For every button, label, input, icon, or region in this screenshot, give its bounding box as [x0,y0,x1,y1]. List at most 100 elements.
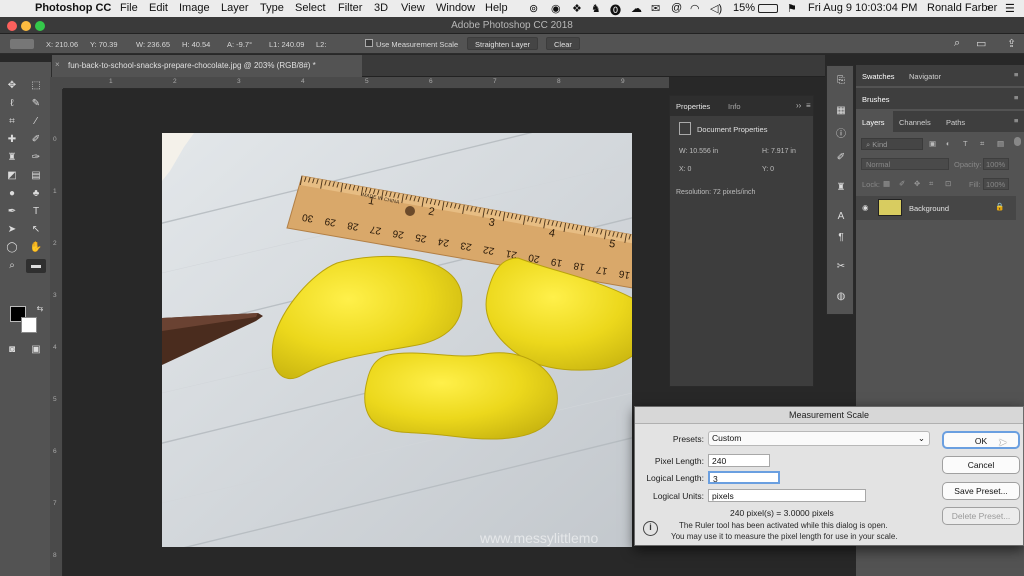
filter-toggle[interactable] [1014,137,1021,146]
properties-panel-icon[interactable]: ▦ [834,105,848,119]
filter-pixel-icon[interactable]: ▣ [929,139,936,148]
marquee-tool-icon[interactable]: ⬚ [29,79,43,93]
panel-menu-icon[interactable]: ≡ [1014,70,1018,79]
zoom-tool-icon[interactable]: ⌕ [5,259,19,273]
menu-filter[interactable]: Filter [338,2,362,14]
at-icon[interactable]: @ [671,2,682,14]
brush-tool-icon[interactable]: ✐ [29,133,43,147]
search-icon[interactable]: ⌕ [954,37,960,50]
delete-preset-button[interactable]: Delete Preset... [942,507,1020,525]
wifi-icon[interactable]: ◠ [690,2,700,15]
volume-icon[interactable]: ◁) [710,2,722,15]
ruler-tool-icon[interactable]: ▬ [26,259,46,273]
quick-select-tool-icon[interactable]: ✎ [29,97,43,111]
panel-menu-icon[interactable]: ≡ [1014,93,1018,102]
move-tool-icon[interactable]: ✥ [5,79,19,93]
menu-3d[interactable]: 3D [374,2,388,14]
opacity-input[interactable]: 100% [983,158,1009,170]
lasso-tool-icon[interactable]: ℓ [5,97,19,111]
tab-properties[interactable]: Properties [676,102,710,111]
ruler-origin[interactable] [50,77,63,89]
menu-file[interactable]: File [120,2,138,14]
history-panel-icon[interactable]: ⎘ [834,75,848,89]
clear-button[interactable]: Clear [546,37,580,50]
menu-edit[interactable]: Edit [149,2,168,14]
straighten-layer-button[interactable]: Straighten Layer [467,37,539,50]
flag-icon[interactable]: ⚑ [787,2,797,15]
filter-type-icon[interactable]: T [963,139,968,148]
dodge-tool-icon[interactable]: ♣ [29,187,43,201]
blend-mode-select[interactable]: Normal [861,158,949,170]
path-select-tool-icon[interactable]: ➤ [5,223,19,237]
filter-shape-icon[interactable]: ⌗ [980,139,984,149]
3d-panel-icon[interactable]: ◍ [834,291,848,305]
info-panel-icon[interactable]: ⓘ [834,125,848,140]
cancel-button[interactable]: Cancel [942,456,1020,474]
quick-mask-icon[interactable]: ◙ [5,343,19,357]
menu-type[interactable]: Type [260,2,284,14]
direct-select-tool-icon[interactable]: ↖ [29,223,43,237]
background-color-swatch[interactable] [21,317,37,333]
tab-swatches[interactable]: Swatches [862,72,895,81]
chat-icon[interactable]: ✉ [651,2,660,15]
share-icon[interactable]: ⇪ [1007,37,1016,50]
visibility-eye-icon[interactable]: ◉ [862,203,869,212]
logical-length-input[interactable]: 3 [708,471,780,484]
cloud-icon[interactable]: ☁ [631,2,642,15]
tab-channels[interactable]: Channels [899,118,931,127]
filter-kind-select[interactable]: ⌕ Kind [861,138,923,150]
tab-info[interactable]: Info [728,102,741,111]
fill-input[interactable]: 100% [983,178,1009,190]
minimize-window-button[interactable] [21,21,31,31]
filter-adjust-icon[interactable]: ◐ [946,139,951,148]
workspace-icon[interactable]: ▭ [976,37,986,50]
lock-position-icon[interactable]: ✥ [914,179,920,188]
ruler-tool-preset-icon[interactable] [10,39,34,49]
paragraph-panel-icon[interactable]: ¶ [834,232,848,246]
lock-artboard-icon[interactable]: ⌗ [929,179,933,189]
record-icon[interactable]: ◉ [551,2,561,15]
menu-view[interactable]: View [401,2,425,14]
screen-mode-icon[interactable]: ▣ [29,343,43,357]
gradient-tool-icon[interactable]: ▤ [29,169,43,183]
menu-select[interactable]: Select [295,2,326,14]
use-measurement-scale-checkbox[interactable] [365,39,373,47]
presets-select[interactable]: Custom ⌄ [708,431,930,446]
lock-pixels-icon[interactable]: ✐ [899,179,905,188]
dropbox-icon[interactable]: ❖ [572,2,582,15]
menu-layer[interactable]: Layer [221,2,249,14]
hand-tool-icon[interactable]: ✋ [29,241,43,255]
tool-presets-icon[interactable]: ✂ [834,261,848,275]
tab-navigator[interactable]: Navigator [909,72,941,81]
battery-icon[interactable] [758,4,778,13]
tab-brushes[interactable]: Brushes [862,95,890,104]
ellipse-tool-icon[interactable]: ◯ [5,241,19,255]
panel-menu-icon[interactable]: ≡ [806,101,811,110]
type-tool-icon[interactable]: T [29,205,43,219]
status-icon[interactable]: ⓿ [610,2,621,18]
pen-tool-icon[interactable]: ✒ [5,205,19,219]
eyedropper-tool-icon[interactable]: ⁄ [29,115,43,129]
clone-stamp-tool-icon[interactable]: ♜ [5,151,19,165]
collapse-icon[interactable]: ›› [796,101,801,110]
eraser-tool-icon[interactable]: ◩ [5,169,19,183]
zoom-window-button[interactable] [35,21,45,31]
document-tab[interactable]: × fun-back-to-school-snacks-prepare-choc… [52,55,362,77]
crop-tool-icon[interactable]: ⌗ [5,115,19,129]
tab-layers[interactable]: Layers [862,118,885,127]
brush-panel-icon[interactable]: ✐ [834,152,848,166]
blur-tool-icon[interactable]: ● [5,187,19,201]
menu-window[interactable]: Window [436,2,475,14]
layer-row-background[interactable]: ◉ Background 🔒 [856,196,1016,220]
save-preset-button[interactable]: Save Preset... [942,482,1020,500]
swap-colors-icon[interactable]: ⇆ [33,302,47,316]
healing-tool-icon[interactable]: ✚ [5,133,19,147]
creative-cloud-icon[interactable]: ⊚ [529,2,538,15]
close-tab-icon[interactable]: × [55,60,60,69]
clock-datetime[interactable]: Fri Aug 9 10:03:04 PM [808,2,917,14]
close-window-button[interactable] [7,21,17,31]
search-icon[interactable]: ⌕ [985,2,991,15]
document-canvas[interactable]: 12345630292827262524232221201918171615 M… [162,133,632,547]
tab-paths[interactable]: Paths [946,118,965,127]
menu-image[interactable]: Image [179,2,210,14]
